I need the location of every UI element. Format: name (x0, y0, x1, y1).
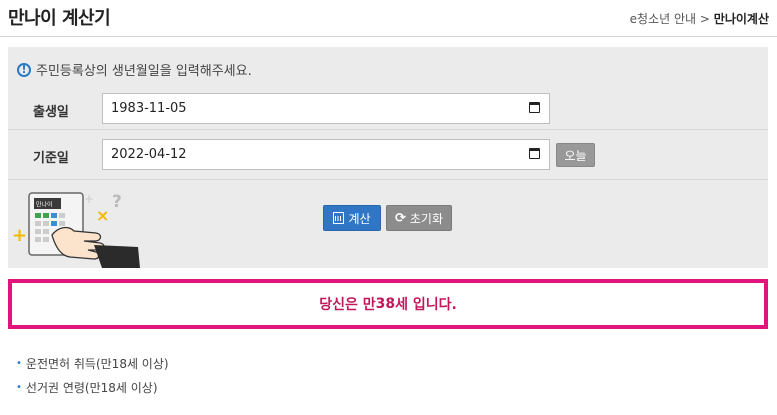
birth-date-value: 1983-11-05 (111, 101, 187, 116)
reset-button-label: 초기화 (409, 211, 444, 226)
info-list: • 운전면허 취득(만18세 이상) • 선거권 연령(만18세 이상) (16, 351, 169, 399)
list-item-text: 선거권 연령(만18세 이상) (25, 380, 158, 395)
birth-date-label: 출생일 (33, 105, 69, 120)
result-box: 당신은 만 38 세 입니다. (8, 279, 768, 329)
result-age: 38 (375, 296, 396, 312)
info-icon: ! (17, 62, 31, 77)
breadcrumb: e청소년 안내 > 만나이계산 (630, 10, 769, 27)
notice: ! 주민등록상의 생년월일을 입력해주세요. (17, 60, 252, 79)
refresh-icon: ⟳ (394, 210, 406, 226)
calculator-illustration: + × ? + 만나이 (12, 192, 140, 268)
base-date-row: 기준일 2022-04-12 오늘 (8, 132, 768, 180)
page-title: 만나이 계산기 (8, 8, 111, 29)
list-item: • 선거권 연령(만18세 이상) (16, 375, 169, 399)
calculator-icon (333, 212, 345, 224)
birth-date-input[interactable]: 1983-11-05 (102, 93, 550, 124)
notice-text: 주민등록상의 생년월일을 입력해주세요. (36, 64, 252, 79)
bullet-icon: • (16, 381, 22, 393)
calculator-panel: ! 주민등록상의 생년월일을 입력해주세요. 출생일 1983-11-05 기준… (8, 47, 768, 268)
birth-date-row: 출생일 1983-11-05 (8, 86, 768, 130)
breadcrumb-current: 만나이계산 (713, 12, 769, 26)
bullet-icon: • (16, 357, 22, 369)
base-date-value: 2022-04-12 (111, 147, 187, 162)
breadcrumb-separator: > (699, 12, 710, 26)
calendar-icon[interactable] (529, 102, 540, 113)
list-item-text: 운전면허 취득(만18세 이상) (25, 356, 169, 371)
result-prefix: 당신은 만 (319, 297, 376, 313)
list-item: • 운전면허 취득(만18세 이상) (16, 351, 169, 375)
breadcrumb-parent[interactable]: e청소년 안내 (630, 12, 696, 26)
header: 만나이 계산기 e청소년 안내 > 만나이계산 (0, 0, 777, 37)
calculate-button[interactable]: 계산 (323, 205, 381, 231)
today-button[interactable]: 오늘 (556, 143, 595, 167)
base-date-input[interactable]: 2022-04-12 (102, 139, 550, 170)
svg-text:?: ? (112, 192, 122, 212)
calendar-icon[interactable] (529, 148, 540, 159)
result-suffix: 세 입니다. (395, 297, 457, 313)
reset-button[interactable]: ⟳ 초기화 (386, 205, 452, 231)
svg-text:×: × (96, 206, 109, 225)
calculate-button-label: 계산 (348, 211, 371, 226)
illustration-screen-text: 만나이 (36, 201, 53, 209)
svg-text:+: + (12, 225, 27, 246)
base-date-label: 기준일 (33, 151, 69, 166)
svg-text:+: + (84, 192, 94, 206)
